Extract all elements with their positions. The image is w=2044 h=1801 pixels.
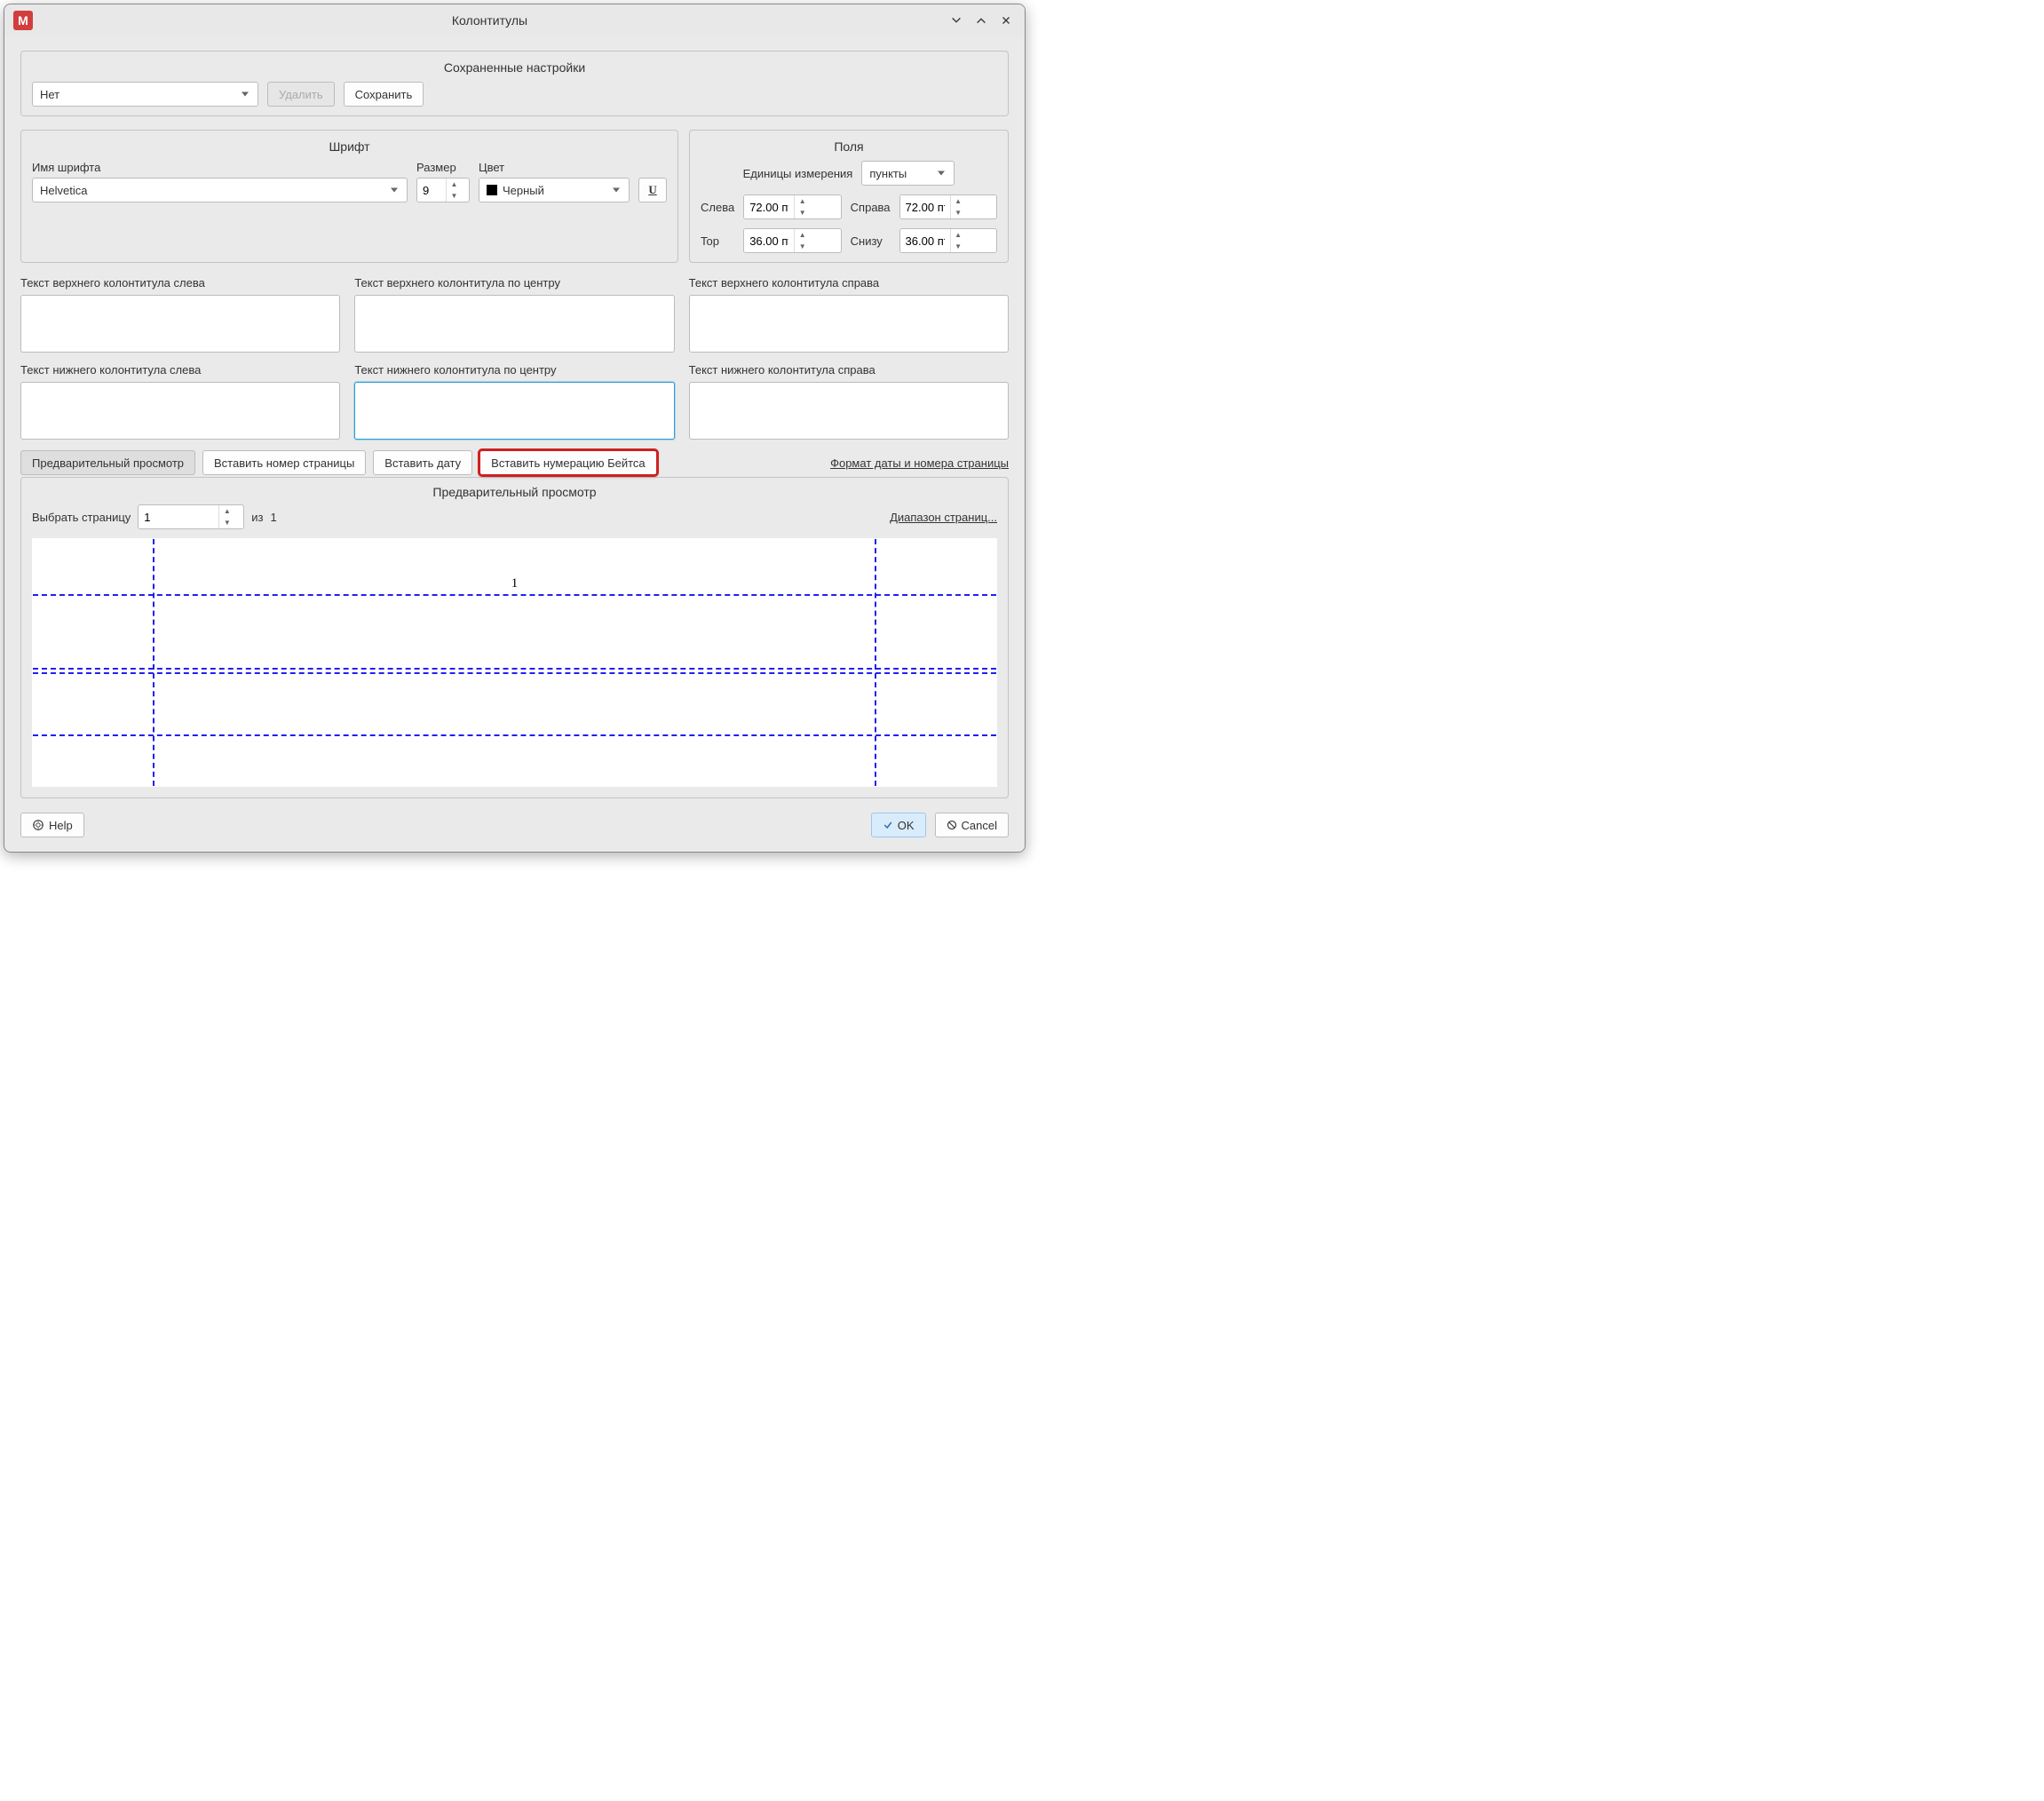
header-left-label: Текст верхнего колонтитула слева (20, 276, 340, 290)
margin-left-label: Слева (701, 201, 734, 214)
footer-left-input[interactable] (20, 382, 340, 440)
preview-panel: Предварительный просмотр Выбрать страниц… (20, 477, 1009, 798)
preview-page-spinner[interactable]: ▲▼ (138, 504, 244, 529)
spin-up-icon[interactable]: ▲ (951, 229, 966, 241)
spin-down-icon[interactable]: ▼ (795, 207, 810, 218)
preview-toggle-button[interactable]: Предварительный просмотр (20, 450, 195, 475)
footer-right-label: Текст нижнего колонтитула справа (689, 363, 1009, 377)
spin-down-icon[interactable]: ▼ (219, 517, 234, 528)
font-color-value: Черный (503, 184, 544, 197)
guide-line (33, 668, 996, 670)
spin-down-icon[interactable]: ▼ (951, 207, 966, 218)
margins-panel: Поля Единицы измерения пункты Слева ▲▼ С… (689, 130, 1009, 263)
app-icon (13, 11, 33, 30)
header-center-label: Текст верхнего колонтитула по центру (354, 276, 674, 290)
color-swatch-icon (487, 185, 497, 195)
minimize-button[interactable] (947, 11, 966, 30)
guide-line (153, 539, 154, 786)
cancel-button[interactable]: Cancel (935, 813, 1009, 837)
font-name-combo[interactable]: Helvetica (32, 178, 408, 202)
header-right-label: Текст верхнего колонтитула справа (689, 276, 1009, 290)
maximize-button[interactable] (971, 11, 991, 30)
margin-top-label: Top (701, 234, 734, 248)
spin-down-icon[interactable]: ▼ (795, 241, 810, 252)
of-label: из (251, 511, 263, 524)
font-color-label: Цвет (479, 161, 630, 174)
footer-center-input[interactable] (354, 382, 674, 440)
spin-up-icon[interactable]: ▲ (951, 195, 966, 207)
margin-right-label: Справа (851, 201, 891, 214)
font-name-value: Helvetica (40, 184, 87, 197)
header-right-input[interactable] (689, 295, 1009, 353)
date-page-format-link[interactable]: Формат даты и номера страницы (830, 456, 1009, 470)
insert-date-button[interactable]: Вставить дату (373, 450, 472, 475)
font-name-label: Имя шрифта (32, 161, 408, 174)
margin-right-input[interactable] (900, 195, 950, 218)
underline-button[interactable]: U (638, 178, 667, 202)
delete-button: Удалить (267, 82, 335, 107)
preset-combo[interactable]: Нет (32, 82, 258, 107)
cancel-icon (947, 820, 957, 830)
insert-page-number-button[interactable]: Вставить номер страницы (202, 450, 366, 475)
guide-line (33, 594, 996, 596)
spin-down-icon[interactable]: ▼ (447, 190, 462, 202)
guide-line (33, 672, 996, 674)
titlebar: Колонтитулы (4, 4, 1025, 36)
font-panel: Шрифт Имя шрифта Helvetica Размер ▲▼ (20, 130, 678, 263)
spin-down-icon[interactable]: ▼ (951, 241, 966, 252)
header-left-input[interactable] (20, 295, 340, 353)
font-color-combo[interactable]: Черный (479, 178, 630, 202)
guide-line (875, 539, 876, 786)
preview-title: Предварительный просмотр (32, 485, 997, 499)
margin-bottom-label: Снизу (851, 234, 891, 248)
close-button[interactable] (996, 11, 1016, 30)
insert-bates-button[interactable]: Вставить нумерацию Бейтса (479, 450, 657, 475)
saved-settings-title: Сохраненные настройки (32, 60, 997, 75)
margin-bottom-input[interactable] (900, 229, 950, 252)
margin-right-spinner[interactable]: ▲▼ (899, 194, 997, 219)
units-combo[interactable]: пункты (861, 161, 955, 186)
header-center-input[interactable] (354, 295, 674, 353)
font-size-input[interactable] (417, 179, 446, 202)
help-button[interactable]: Help (20, 813, 84, 837)
choose-page-label: Выбрать страницу (32, 511, 131, 524)
footer-right-input[interactable] (689, 382, 1009, 440)
window-title: Колонтитулы (33, 13, 947, 28)
guide-line (33, 734, 996, 736)
font-panel-title: Шрифт (32, 139, 667, 154)
check-icon (883, 820, 893, 830)
footer-center-label: Текст нижнего колонтитула по центру (354, 363, 674, 377)
font-size-spinner[interactable]: ▲▼ (416, 178, 470, 202)
margin-top-input[interactable] (744, 229, 794, 252)
total-pages: 1 (271, 511, 277, 524)
saved-settings-panel: Сохраненные настройки Нет Удалить Сохран… (20, 51, 1009, 116)
margin-left-input[interactable] (744, 195, 794, 218)
preview-area: 1 (32, 538, 997, 787)
units-value: пункты (869, 167, 907, 180)
footer-left-label: Текст нижнего колонтитула слева (20, 363, 340, 377)
font-size-label: Размер (416, 161, 470, 174)
ok-button[interactable]: OK (871, 813, 926, 837)
spin-up-icon[interactable]: ▲ (447, 179, 462, 190)
margin-left-spinner[interactable]: ▲▼ (743, 194, 841, 219)
margin-bottom-spinner[interactable]: ▲▼ (899, 228, 997, 253)
preview-page-number: 1 (511, 576, 519, 591)
underline-icon: U (648, 183, 656, 197)
spin-up-icon[interactable]: ▲ (219, 505, 234, 517)
preset-value: Нет (40, 88, 59, 101)
preview-page-input[interactable] (139, 505, 218, 528)
spin-up-icon[interactable]: ▲ (795, 195, 810, 207)
units-label: Единицы измерения (743, 167, 853, 180)
margin-top-spinner[interactable]: ▲▼ (743, 228, 841, 253)
dialog-window: Колонтитулы Сохраненные настройки Нет Уд… (4, 4, 1026, 853)
spin-up-icon[interactable]: ▲ (795, 229, 810, 241)
page-range-link[interactable]: Диапазон страниц... (890, 511, 997, 524)
help-icon (32, 819, 44, 831)
margins-panel-title: Поля (701, 139, 997, 154)
save-button[interactable]: Сохранить (344, 82, 424, 107)
